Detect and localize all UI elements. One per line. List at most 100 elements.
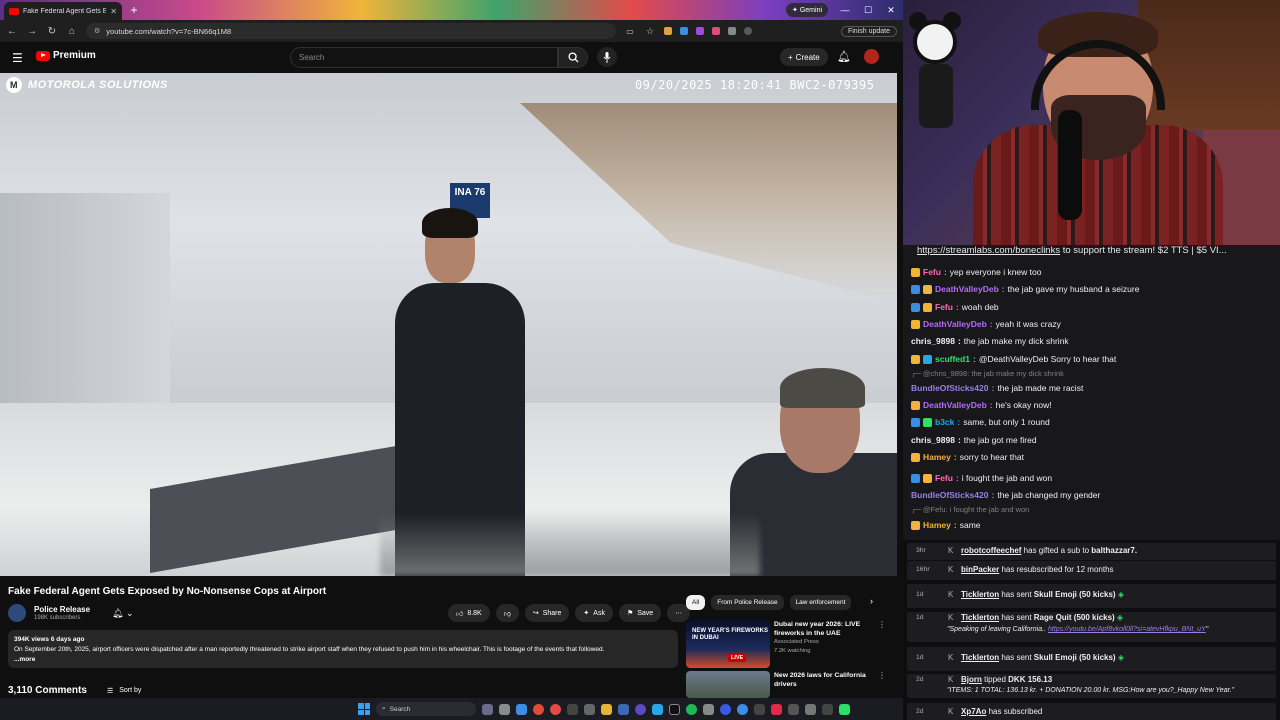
- event-user[interactable]: Xp7Ao: [961, 707, 986, 716]
- event-feed: 3hr Krobotcoffeechef has gifted a sub to …: [903, 540, 1280, 720]
- event-user[interactable]: Ticklerton: [961, 653, 999, 662]
- forward-icon[interactable]: →: [26, 26, 38, 37]
- app-icon[interactable]: [635, 703, 646, 715]
- new-tab-button[interactable]: +: [127, 3, 141, 17]
- cast-icon[interactable]: ▭: [624, 27, 636, 36]
- chip-law-enforcement[interactable]: Law enforcement: [789, 595, 852, 610]
- voice-search-button[interactable]: [597, 47, 617, 67]
- extension-icon[interactable]: [664, 27, 672, 35]
- chat-username[interactable]: chris_9898: [911, 435, 955, 445]
- subscription-bell-icon[interactable]: 🔔︎ ⌄: [112, 608, 133, 619]
- close-tab-icon[interactable]: ✕: [110, 7, 117, 16]
- share-button[interactable]: ↪ Share: [524, 604, 570, 622]
- taskbar-search[interactable]: ⌕ Search: [376, 702, 476, 716]
- avatar[interactable]: [864, 49, 879, 64]
- app-icon[interactable]: [567, 703, 578, 715]
- youtube-logo[interactable]: Premium: [36, 50, 96, 61]
- dislike-button[interactable]: 👎︎: [495, 604, 519, 622]
- tab-youtube[interactable]: Fake Federal Agent Gets Expos ✕: [4, 2, 122, 20]
- chat-username[interactable]: b3ck: [935, 417, 954, 427]
- menu-icon[interactable]: ☰: [12, 51, 23, 65]
- create-button[interactable]: + Create: [780, 48, 828, 66]
- maximize-button[interactable]: ☐: [858, 2, 878, 18]
- app-icon[interactable]: [584, 703, 595, 715]
- chat-username[interactable]: BundleOfSticks420: [911, 383, 988, 393]
- channel-avatar[interactable]: [8, 604, 26, 622]
- chat-username[interactable]: Hamey: [923, 520, 951, 530]
- event-item: 1d K Ticklerton has sent Skull Emoji (50 k…: [907, 647, 1276, 671]
- ask-button[interactable]: ✦ Ask: [575, 604, 613, 622]
- app-icon[interactable]: [771, 703, 782, 715]
- app-icon[interactable]: [720, 703, 731, 715]
- chat-username[interactable]: DeathValleyDeb: [935, 284, 999, 294]
- like-button[interactable]: 👍︎ 8.8K: [448, 604, 490, 622]
- channel-name[interactable]: Police Release: [34, 605, 90, 614]
- back-icon[interactable]: ←: [6, 26, 18, 37]
- chat-username[interactable]: DeathValleyDeb: [923, 319, 987, 329]
- app-icon[interactable]: [805, 703, 816, 715]
- event-message-link[interactable]: https://youtu.be/Apf8vkoll0ll?si=atevHfk…: [1048, 626, 1206, 633]
- event-user[interactable]: robotcoffeechef: [961, 546, 1021, 555]
- minimize-button[interactable]: —: [835, 2, 855, 18]
- extensions-puzzle-icon[interactable]: [728, 27, 736, 35]
- app-icon[interactable]: [822, 703, 833, 715]
- chat-username[interactable]: DeathValleyDeb: [923, 400, 987, 410]
- kick-icon[interactable]: [839, 703, 850, 715]
- streamlabs-link[interactable]: https://streamlabs.com/boneclinks: [917, 245, 1060, 256]
- gemini-button[interactable]: ✦ Gemini: [786, 3, 828, 17]
- chip-all[interactable]: All: [686, 595, 706, 610]
- reload-icon[interactable]: ↻: [46, 26, 58, 37]
- steam-icon[interactable]: [618, 703, 629, 715]
- windows-start-icon[interactable]: [358, 703, 370, 715]
- spotify-icon[interactable]: [686, 703, 697, 715]
- recommended-video[interactable]: New 2026 laws for California drivers ⋮: [686, 671, 896, 698]
- home-icon[interactable]: ⌂: [66, 26, 78, 37]
- video-player[interactable]: INA 76 M MOTOROLA SOLUTIONS 09/20/2025 1…: [0, 73, 897, 576]
- more-vert-icon[interactable]: ⋮: [878, 620, 886, 668]
- obs-icon[interactable]: [669, 703, 680, 715]
- chevron-right-icon[interactable]: ›: [870, 596, 873, 606]
- app-icon[interactable]: [737, 703, 748, 715]
- chat-username[interactable]: BundleOfSticks420: [911, 490, 988, 500]
- app-icon[interactable]: [788, 703, 799, 715]
- app-icon[interactable]: [499, 703, 510, 715]
- site-info-icon[interactable]: ⚙: [94, 27, 100, 35]
- save-button[interactable]: ⚑ Save: [618, 604, 662, 622]
- profile-icon[interactable]: [744, 27, 752, 35]
- app-icon[interactable]: [652, 703, 663, 715]
- url-field[interactable]: ⚙ youtube.com/watch?v=7c-BN66q1M8: [86, 23, 616, 39]
- event-user[interactable]: Ticklerton: [961, 590, 999, 599]
- chat-username[interactable]: Fefu: [935, 473, 953, 483]
- chat-username[interactable]: Fefu: [935, 302, 953, 312]
- chat-username[interactable]: Fefu: [923, 267, 941, 277]
- recommended-video[interactable]: NEW YEAR'S FIREWORKS IN DUBAI LIVE Dubai…: [686, 620, 896, 668]
- app-icon[interactable]: [482, 703, 493, 715]
- finish-update-button[interactable]: Finish update: [840, 25, 897, 37]
- event-user[interactable]: Ticklerton: [961, 613, 999, 622]
- more-vert-icon[interactable]: ⋮: [878, 671, 886, 698]
- chrome-icon[interactable]: [533, 703, 544, 715]
- bookmark-star-icon[interactable]: ☆: [644, 26, 656, 37]
- chat-username[interactable]: scuffed1: [935, 354, 970, 364]
- chat-username[interactable]: chris_9898: [911, 336, 955, 346]
- search-input[interactable]: Search: [290, 47, 558, 68]
- notifications-bell-icon[interactable]: 🔔︎: [837, 50, 851, 63]
- description-box[interactable]: 394K views 6 days ago On September 20th,…: [8, 630, 678, 668]
- extension-icon[interactable]: [712, 27, 720, 35]
- app-icon[interactable]: [550, 703, 561, 715]
- chat-username[interactable]: Hamey: [923, 452, 951, 462]
- extension-icon[interactable]: [696, 27, 704, 35]
- search-button[interactable]: [558, 47, 588, 68]
- edge-icon[interactable]: [516, 703, 527, 715]
- sort-button[interactable]: ☰ Sort by: [107, 687, 141, 695]
- chip-from-channel[interactable]: From Police Release: [711, 595, 784, 610]
- app-icon[interactable]: [754, 703, 765, 715]
- event-user[interactable]: Bjorn: [961, 675, 982, 684]
- close-window-button[interactable]: ✕: [881, 2, 901, 18]
- extension-icon[interactable]: [680, 27, 688, 35]
- event-user[interactable]: binPacker: [961, 565, 999, 574]
- show-more-link[interactable]: ...more: [14, 655, 672, 665]
- folder-icon[interactable]: [601, 703, 612, 715]
- app-icon[interactable]: [703, 703, 714, 715]
- badge-icon: [923, 354, 932, 364]
